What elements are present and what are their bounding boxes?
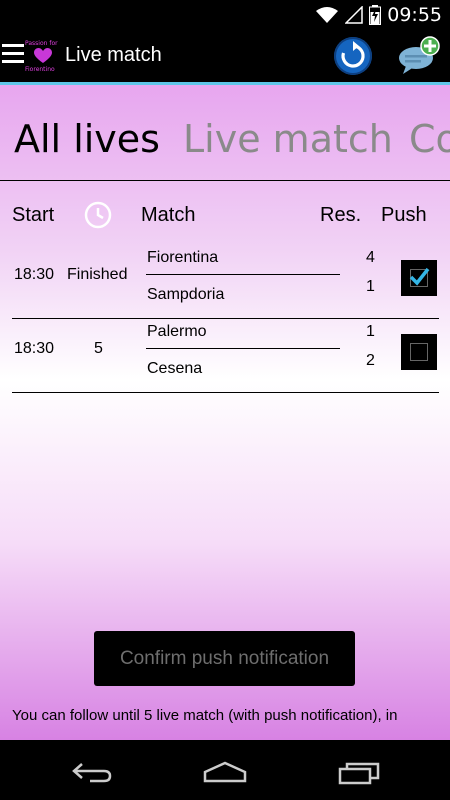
row-start-time: 18:30	[14, 340, 55, 357]
row-divider	[12, 392, 439, 393]
status-bar: 09:55	[0, 0, 450, 30]
header-push: Push	[381, 204, 427, 226]
back-icon[interactable]	[70, 760, 114, 784]
away-team: Sampdoria	[147, 286, 225, 303]
confirm-push-button[interactable]: Confirm push notification	[94, 631, 355, 686]
wifi-icon	[316, 7, 339, 23]
push-checkbox-checked[interactable]	[401, 260, 437, 296]
action-bar: Passion for Fiorentino Live match	[0, 30, 450, 85]
checkmark-icon	[409, 267, 430, 286]
heart-icon	[34, 48, 52, 63]
header-start: Start	[12, 204, 55, 226]
home-icon[interactable]	[202, 760, 248, 784]
away-score: 2	[366, 352, 375, 369]
tab-third[interactable]: Co	[409, 117, 450, 161]
home-team: Palermo	[147, 323, 207, 340]
header-result: Res.	[320, 204, 362, 226]
push-checkbox-unchecked[interactable]	[401, 334, 437, 370]
row-status: 5	[94, 340, 103, 357]
header-match: Match	[141, 204, 196, 226]
team-divider	[146, 348, 340, 349]
logo-text-top: Passion for	[25, 40, 58, 47]
cell-signal-icon	[345, 6, 363, 24]
home-team: Fiorentina	[147, 249, 219, 266]
info-text: You can follow until 5 live match (with …	[12, 707, 398, 724]
refresh-icon	[341, 41, 365, 68]
recent-apps-icon[interactable]	[338, 758, 382, 786]
status-time: 09:55	[387, 4, 442, 26]
logo-text-bottom: Fiorentino	[25, 66, 55, 73]
chat-add-icon	[399, 36, 440, 74]
row-status: Finished	[67, 266, 128, 283]
refresh-button[interactable]	[334, 37, 372, 75]
tab-live-match[interactable]: Live match	[183, 117, 393, 161]
clock-icon	[84, 201, 112, 229]
away-team: Cesena	[147, 360, 203, 377]
away-score: 1	[366, 278, 375, 295]
app-logo[interactable]: Passion for Fiorentino	[24, 40, 62, 74]
app-title: Live match	[65, 44, 162, 66]
team-divider	[146, 274, 340, 275]
tab-strip: All lives Live match Co	[0, 85, 450, 181]
add-chat-button[interactable]	[398, 36, 440, 76]
navigation-bar	[0, 740, 450, 800]
tab-all-lives[interactable]: All lives	[14, 117, 160, 161]
home-score: 4	[366, 249, 375, 266]
home-score: 1	[366, 323, 375, 340]
row-divider	[12, 318, 439, 319]
row-start-time: 18:30	[14, 266, 55, 283]
menu-icon[interactable]	[2, 44, 24, 68]
battery-icon	[369, 5, 382, 25]
content-area: All lives Live match Co Start Match Res.…	[0, 85, 450, 740]
